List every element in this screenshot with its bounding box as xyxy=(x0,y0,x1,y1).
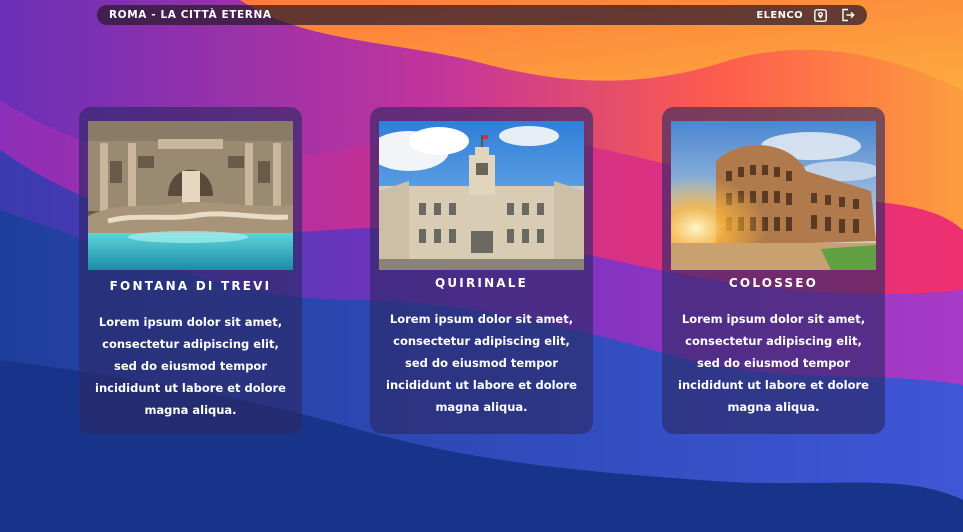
logout-icon[interactable] xyxy=(841,8,855,22)
card-title: COLOSSEO xyxy=(728,276,819,290)
list-link[interactable]: ELENCO xyxy=(756,10,803,21)
page-title: ROMA - LA CITTÀ ETERNA xyxy=(109,9,272,21)
card-title: QUIRINALE xyxy=(434,276,529,290)
card-quirinale[interactable]: QUIRINALE Lorem ipsum dolor sit amet, co… xyxy=(370,107,593,434)
card-fontana-di-trevi[interactable]: FONTANA DI TREVI Lorem ipsum dolor sit a… xyxy=(79,107,302,434)
trevi-fountain-image xyxy=(88,121,293,270)
card-description: Lorem ipsum dolor sit amet, consectetur … xyxy=(95,315,286,417)
top-bar: ROMA - LA CITTÀ ETERNA ELENCO xyxy=(97,5,867,25)
card-title: FONTANA DI TREVI xyxy=(109,279,272,293)
colosseum-image xyxy=(671,121,876,270)
quirinale-palace-image xyxy=(379,121,584,270)
card-description: Lorem ipsum dolor sit amet, consectetur … xyxy=(386,312,577,414)
card-colosseo[interactable]: COLOSSEO Lorem ipsum dolor sit amet, con… xyxy=(662,107,885,434)
map-pin-icon[interactable] xyxy=(813,8,827,22)
card-description: Lorem ipsum dolor sit amet, consectetur … xyxy=(678,312,869,414)
